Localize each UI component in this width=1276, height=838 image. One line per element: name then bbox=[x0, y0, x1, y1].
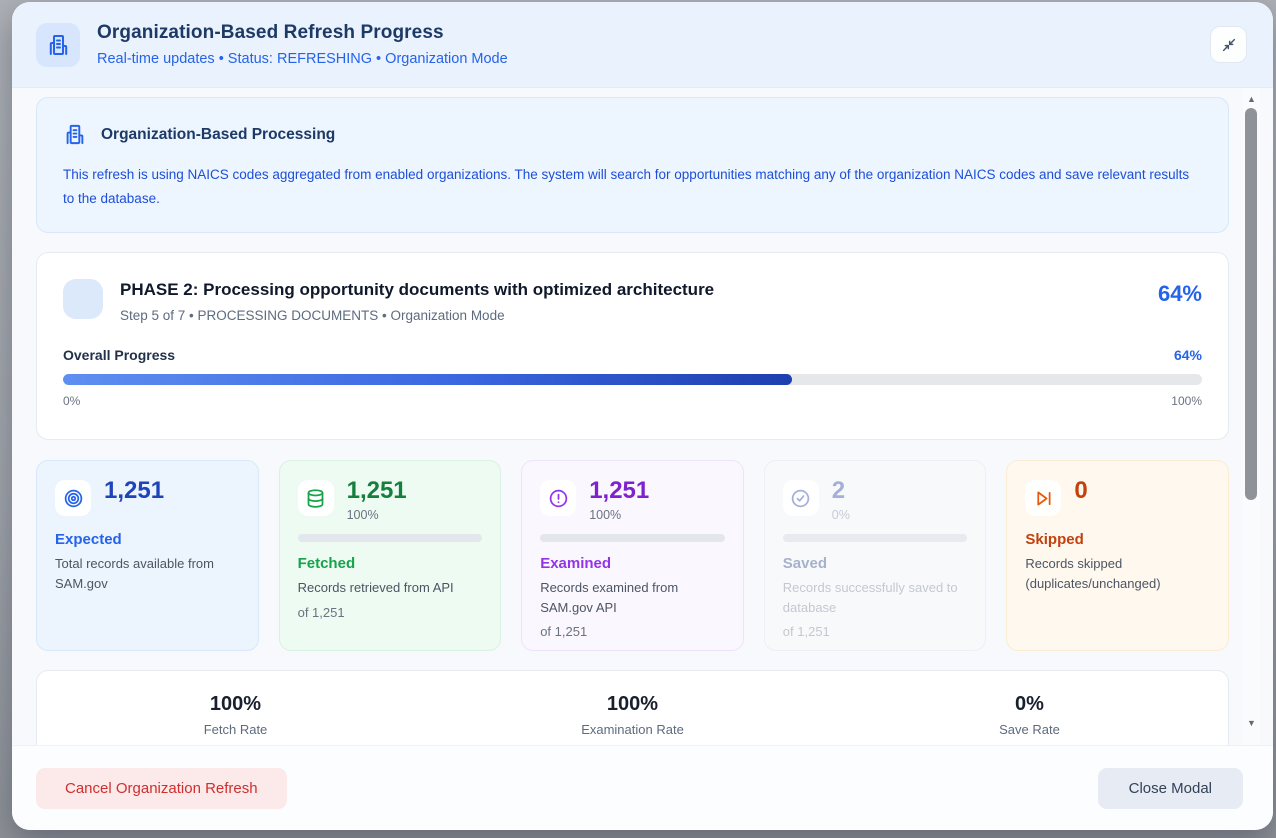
overall-progress-row: Overall Progress 64% bbox=[63, 347, 1202, 363]
phase-progress-card: PHASE 2: Processing opportunity document… bbox=[36, 252, 1229, 440]
banner-header: Organization-Based Processing bbox=[63, 123, 1202, 146]
collapse-arrows-icon bbox=[1221, 37, 1237, 53]
stat-value: 0 bbox=[1074, 478, 1087, 504]
stat-description: Records retrieved from API bbox=[298, 578, 483, 598]
stat-description: Total records available from SAM.gov bbox=[55, 554, 240, 593]
header-text: Organization-Based Refresh Progress Real… bbox=[97, 22, 1210, 67]
stat-value: 2 bbox=[832, 478, 850, 504]
overall-progress-percent: 64% bbox=[1174, 347, 1202, 363]
stat-percent: 0% bbox=[832, 508, 850, 522]
rates-card: 100% Fetch Rate 100% Examination Rate 0%… bbox=[36, 670, 1229, 745]
modal-title: Organization-Based Refresh Progress bbox=[97, 22, 1210, 44]
stat-value: 1,251 bbox=[589, 478, 649, 504]
examination-rate-value: 100% bbox=[434, 693, 831, 716]
stat-card-examined: 1,251 100% Examined Records examined fro… bbox=[521, 460, 744, 651]
stat-label: Fetched bbox=[298, 555, 483, 572]
scrollbar-up-arrow[interactable]: ▲ bbox=[1243, 91, 1260, 107]
stat-value: 1,251 bbox=[104, 478, 164, 504]
save-rate-label: Save Rate bbox=[831, 722, 1228, 737]
stat-progress-bar bbox=[298, 534, 483, 542]
stat-progress-bar bbox=[540, 534, 725, 542]
save-rate-value: 0% bbox=[831, 693, 1228, 716]
modal-footer: Cancel Organization Refresh Close Modal bbox=[12, 745, 1273, 830]
phase-percent: 64% bbox=[1158, 279, 1202, 307]
phase-titles: PHASE 2: Processing opportunity document… bbox=[120, 279, 1158, 323]
stat-card-skipped: 0 Skipped Records skipped (duplicates/un… bbox=[1006, 460, 1229, 651]
save-rate: 0% Save Rate bbox=[831, 693, 1228, 745]
stat-of-total: of 1,251 bbox=[298, 605, 483, 620]
fetch-rate: 100% Fetch Rate bbox=[37, 693, 434, 745]
stat-of-total: of 1,251 bbox=[783, 624, 968, 639]
modal-body: Organization-Based Processing This refre… bbox=[12, 88, 1273, 745]
stat-label: Expected bbox=[55, 531, 240, 548]
banner-description: This refresh is using NAICS codes aggreg… bbox=[63, 163, 1202, 210]
stat-label: Skipped bbox=[1025, 531, 1210, 548]
stat-value: 1,251 bbox=[347, 478, 407, 504]
cancel-refresh-button[interactable]: Cancel Organization Refresh bbox=[36, 768, 287, 809]
stat-label: Saved bbox=[783, 555, 968, 572]
phase-header: PHASE 2: Processing opportunity document… bbox=[63, 279, 1202, 323]
banner-title: Organization-Based Processing bbox=[101, 126, 335, 144]
check-circle-icon bbox=[783, 480, 819, 516]
stat-percent: 100% bbox=[589, 508, 649, 522]
stat-percent: 100% bbox=[347, 508, 407, 522]
scrollbar-down-arrow[interactable]: ▼ bbox=[1243, 715, 1260, 731]
overall-progress-bar bbox=[63, 374, 1202, 385]
stat-card-expected: 1,251 Expected Total records available f… bbox=[36, 460, 259, 651]
stat-card-fetched: 1,251 100% Fetched Records retrieved fro… bbox=[279, 460, 502, 651]
stat-of-total: of 1,251 bbox=[540, 624, 725, 639]
modal-subtitle: Real-time updates • Status: REFRESHING •… bbox=[97, 51, 1210, 67]
building-icon bbox=[36, 23, 80, 67]
phase-status-dot bbox=[63, 279, 103, 319]
fetch-rate-value: 100% bbox=[37, 693, 434, 716]
examination-rate: 100% Examination Rate bbox=[434, 693, 831, 745]
stat-label: Examined bbox=[540, 555, 725, 572]
examination-rate-label: Examination Rate bbox=[434, 722, 831, 737]
overall-progress-label: Overall Progress bbox=[63, 347, 175, 363]
alert-circle-icon bbox=[540, 480, 576, 516]
stat-progress-bar bbox=[783, 534, 968, 542]
database-icon bbox=[298, 480, 334, 516]
modal-header: Organization-Based Refresh Progress Real… bbox=[12, 2, 1273, 88]
stats-grid: 1,251 Expected Total records available f… bbox=[36, 460, 1229, 651]
vertical-scrollbar[interactable]: ▲ ▼ bbox=[1243, 88, 1260, 745]
phase-subtitle: Step 5 of 7 • PROCESSING DOCUMENTS • Org… bbox=[120, 308, 1158, 323]
skip-forward-icon bbox=[1025, 480, 1061, 516]
screen-backdrop: Organization-Based Refresh Progress Real… bbox=[0, 0, 1276, 838]
fetch-rate-label: Fetch Rate bbox=[37, 722, 434, 737]
range-max-label: 100% bbox=[1171, 394, 1202, 408]
stat-description: Records examined from SAM.gov API bbox=[540, 578, 725, 617]
stat-description: Records skipped (duplicates/unchanged) bbox=[1025, 554, 1210, 593]
range-min-label: 0% bbox=[63, 394, 80, 408]
close-modal-button[interactable]: Close Modal bbox=[1098, 768, 1243, 809]
stat-card-saved: 2 0% Saved Records successfully saved to… bbox=[764, 460, 987, 651]
collapse-modal-button[interactable] bbox=[1210, 26, 1247, 63]
scrollbar-thumb[interactable] bbox=[1245, 108, 1257, 500]
org-processing-banner: Organization-Based Processing This refre… bbox=[36, 97, 1229, 233]
phase-title: PHASE 2: Processing opportunity document… bbox=[120, 280, 1158, 300]
refresh-progress-modal: Organization-Based Refresh Progress Real… bbox=[12, 2, 1273, 830]
target-icon bbox=[55, 480, 91, 516]
building-icon bbox=[63, 123, 86, 146]
stat-description: Records successfully saved to database bbox=[783, 578, 968, 617]
progress-range-row: 0% 100% bbox=[63, 394, 1202, 408]
overall-progress-fill bbox=[63, 374, 792, 385]
